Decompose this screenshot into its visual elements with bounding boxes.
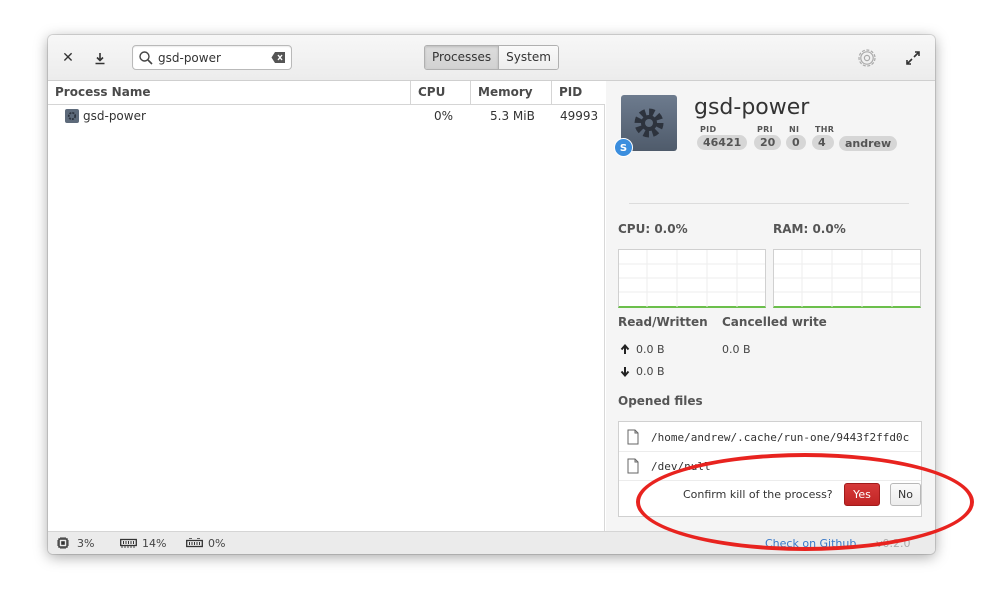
separator bbox=[629, 203, 909, 204]
read-value: 0.0 B bbox=[636, 343, 665, 356]
written-value: 0.0 B bbox=[636, 365, 665, 378]
tab-system[interactable]: System bbox=[499, 46, 558, 69]
cpu-usage-percent: 3% bbox=[77, 537, 95, 550]
file-icon bbox=[627, 458, 639, 474]
arrow-up-icon bbox=[620, 344, 630, 354]
column-header-process-name[interactable]: Process Name bbox=[48, 81, 411, 105]
check-on-github-link[interactable]: Check on Github bbox=[765, 537, 856, 550]
row-pid: 49993 bbox=[560, 109, 599, 123]
maximize-icon[interactable] bbox=[904, 49, 922, 67]
confirm-yes-button[interactable]: Yes bbox=[844, 483, 880, 506]
priority-field: PRI 20 bbox=[754, 125, 782, 150]
confirm-no-button[interactable]: No bbox=[890, 483, 921, 506]
priority-value: 20 bbox=[754, 135, 782, 150]
column-header-memory[interactable]: Memory bbox=[471, 81, 552, 105]
row-cpu: 0% bbox=[434, 109, 454, 123]
ram-usage-label: RAM: 0.0% bbox=[773, 222, 846, 236]
settings-gear-icon[interactable] bbox=[854, 45, 880, 71]
cancelled-write-title: Cancelled write bbox=[722, 315, 827, 329]
opened-files-title: Opened files bbox=[618, 394, 703, 408]
read-written-title: Read/Written bbox=[618, 315, 708, 329]
user-value: andrew bbox=[839, 136, 898, 151]
pid-label: PID bbox=[700, 125, 717, 134]
cancelled-write-value: 0.0 B bbox=[722, 343, 751, 356]
close-icon[interactable]: ✕ bbox=[57, 47, 79, 69]
confirm-kill-label: Confirm kill of the process? bbox=[683, 488, 833, 501]
column-header-cpu[interactable]: CPU bbox=[411, 81, 471, 105]
file-path: /dev/null bbox=[651, 460, 711, 473]
list-item[interactable]: /dev/null bbox=[619, 452, 921, 481]
user-field: andrew bbox=[839, 125, 898, 151]
memory-icon bbox=[120, 538, 137, 548]
process-list-panel: Process Name CPU Memory PID gsd-power 0%… bbox=[48, 81, 605, 531]
row-memory: 5.3 MiB bbox=[490, 109, 535, 123]
table-row[interactable]: gsd-power 0% 5.3 MiB 49993 bbox=[48, 105, 605, 127]
column-header-pid[interactable]: PID bbox=[552, 81, 605, 105]
status-bar: 3% 14% 0% Check on Github v0.2.0 bbox=[48, 531, 935, 554]
nice-label: NI bbox=[789, 125, 800, 134]
search-icon bbox=[139, 51, 153, 65]
header-bar: ✕ Processes System bbox=[48, 35, 935, 81]
cpu-graph bbox=[618, 249, 766, 308]
download-icon[interactable] bbox=[89, 47, 111, 69]
list-item[interactable]: /home/andrew/.cache/run-one/9443f2ffd0c bbox=[619, 423, 921, 452]
pid-field: PID 46421 bbox=[697, 125, 748, 150]
version-label: v0.2.0 bbox=[876, 537, 911, 550]
ram-graph bbox=[773, 249, 921, 308]
nice-field: NI 0 bbox=[786, 125, 806, 150]
user-label bbox=[842, 125, 897, 135]
file-path: /home/andrew/.cache/run-one/9443f2ffd0c bbox=[651, 431, 910, 444]
row-process-name: gsd-power bbox=[83, 109, 146, 123]
view-mode-switcher: Processes System bbox=[424, 45, 559, 70]
process-gear-icon bbox=[65, 109, 79, 123]
file-icon bbox=[627, 429, 639, 445]
nice-value: 0 bbox=[786, 135, 806, 150]
threads-field: THR 4 bbox=[812, 125, 835, 150]
swap-icon bbox=[186, 538, 203, 548]
priority-label: PRI bbox=[757, 125, 773, 134]
table-header: Process Name CPU Memory PID bbox=[48, 81, 605, 105]
memory-usage-percent: 14% bbox=[142, 537, 167, 550]
swap-usage-percent: 0% bbox=[208, 537, 226, 550]
pid-value: 46421 bbox=[697, 135, 748, 150]
app-window: ✕ Processes System Process Name CPU Memo… bbox=[48, 35, 935, 554]
process-title: gsd-power bbox=[694, 95, 810, 120]
arrow-down-icon bbox=[620, 367, 630, 377]
threads-value: 4 bbox=[812, 135, 835, 150]
tab-processes[interactable]: Processes bbox=[425, 46, 500, 69]
cpu-chip-icon bbox=[57, 537, 69, 549]
cpu-usage-label: CPU: 0.0% bbox=[618, 222, 688, 236]
process-state-badge: S bbox=[614, 138, 633, 157]
process-detail-panel: S gsd-power PID 46421 PRI 20 NI 0 THR 4 … bbox=[606, 81, 935, 531]
threads-label: THR bbox=[815, 125, 835, 134]
clear-search-icon[interactable] bbox=[271, 51, 286, 64]
search-box[interactable] bbox=[132, 45, 292, 70]
search-input[interactable] bbox=[158, 49, 268, 67]
